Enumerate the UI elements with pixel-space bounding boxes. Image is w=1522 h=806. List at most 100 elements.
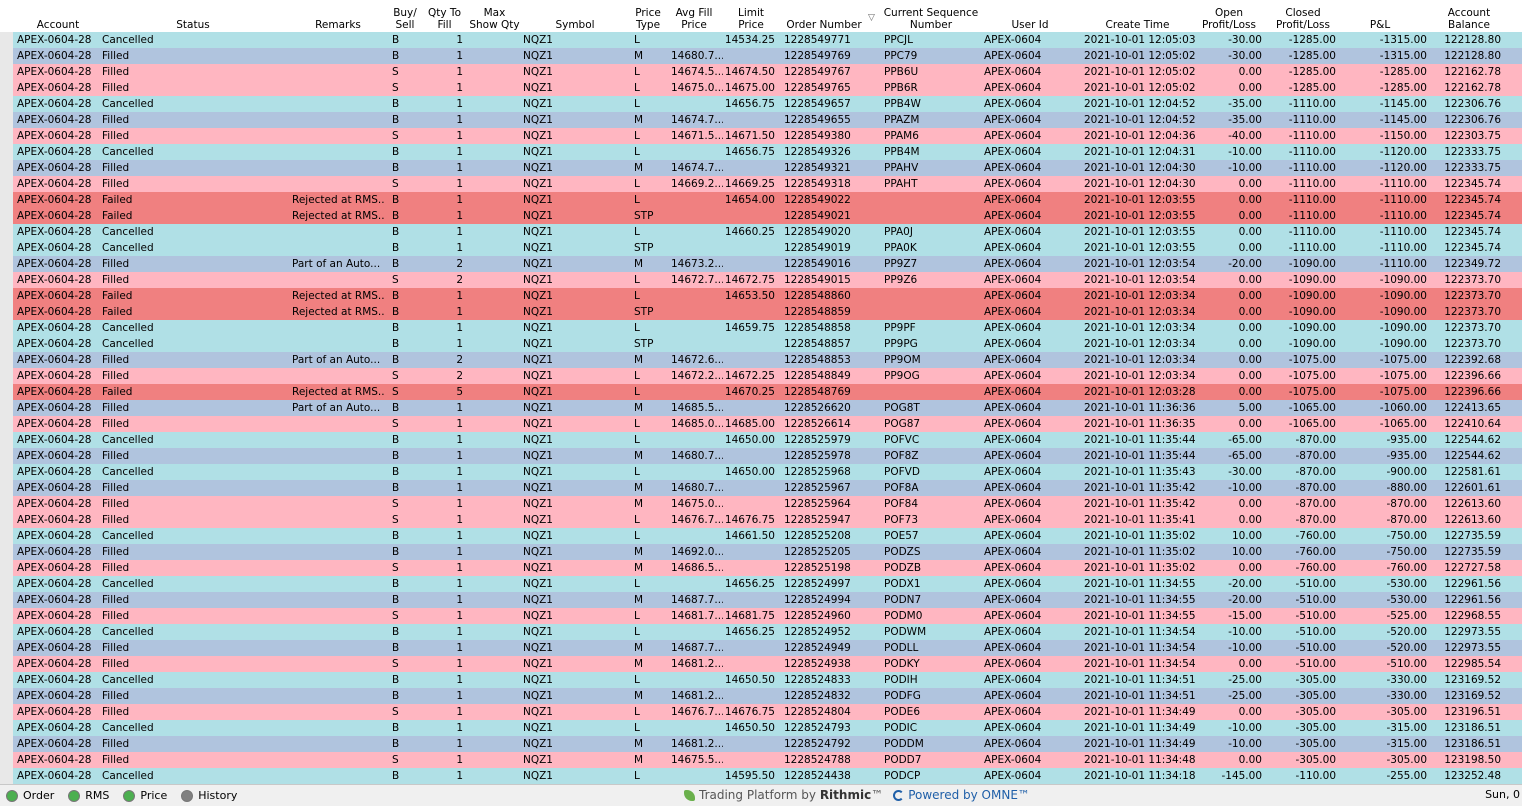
cell-qty-to-fill: 1	[456, 98, 463, 110]
table-row[interactable]: APEX-0604-28 Cancelled B 1 NQZ1 L 14650.00 1228…	[13, 432, 1522, 448]
table-row[interactable]: APEX-0604-28 Filled B 1 NQZ1 M 14680.7... 12285…	[13, 448, 1522, 464]
cell-symbol: NQZ1	[523, 242, 553, 254]
table-row[interactable]: APEX-0604-28 Cancelled B 1 NQZ1 L 14660.25 1228…	[13, 224, 1522, 240]
cell-account-balance: 122544.62	[1444, 434, 1501, 446]
table-row[interactable]: APEX-0604-28 Cancelled B 1 NQZ1 L 14656.75 1228…	[13, 144, 1522, 160]
col-header-avg-fill-price[interactable]: Avg Fill Price	[668, 0, 720, 32]
table-row[interactable]: APEX-0604-28 Filled Part of an Auto... B 1 NQ…	[13, 400, 1522, 416]
table-row[interactable]: APEX-0604-28 Cancelled B 1 NQZ1 L 14650.50 1228…	[13, 720, 1522, 736]
status-item-order[interactable]: Order	[6, 789, 54, 802]
cell-buy-sell: S	[392, 610, 399, 622]
cell-pl: -1090.00	[1379, 290, 1427, 302]
table-row[interactable]: APEX-0604-28 Failed Rejected at RMS... B 1 NQ…	[13, 288, 1522, 304]
table-row[interactable]: APEX-0604-28 Filled B 1 NQZ1 M 14680.7... 12285…	[13, 48, 1522, 64]
status-item-history[interactable]: History	[181, 789, 237, 802]
table-row[interactable]: APEX-0604-28 Filled B 1 NQZ1 M 14681.2... 12285…	[13, 688, 1522, 704]
table-row[interactable]: APEX-0604-28 Cancelled B 1 NQZ1 STP 1228549019…	[13, 240, 1522, 256]
table-row[interactable]: APEX-0604-28 Cancelled B 1 NQZ1 STP 1228548857…	[13, 336, 1522, 352]
cell-user-id: APEX-0604	[984, 306, 1042, 318]
col-header-buy-sell[interactable]: Buy/ Sell	[390, 0, 420, 32]
col-header-remarks[interactable]: Remarks	[283, 0, 393, 32]
table-row[interactable]: APEX-0604-28 Failed Rejected at RMS... S 5 NQ…	[13, 384, 1522, 400]
rithmic-logo-icon	[684, 789, 695, 801]
cell-sequence-number: POF8Z	[884, 450, 919, 462]
col-header-symbol[interactable]: Symbol	[540, 0, 610, 32]
cell-user-id: APEX-0604	[984, 418, 1042, 430]
table-row[interactable]: APEX-0604-28 Failed Rejected at RMS... B 1 NQ…	[13, 192, 1522, 208]
table-row[interactable]: APEX-0604-28 Filled S 1 NQZ1 L 14681.7... 14681…	[13, 608, 1522, 624]
table-row[interactable]: APEX-0604-28 Filled B 1 NQZ1 M 14687.7... 12285…	[13, 592, 1522, 608]
cell-status: Filled	[102, 594, 130, 606]
cell-price-type: L	[634, 706, 640, 718]
col-header-status[interactable]: Status	[103, 0, 283, 32]
cell-qty-to-fill: 1	[456, 290, 463, 302]
col-header-create-time[interactable]: Create Time	[1090, 0, 1185, 32]
table-row[interactable]: APEX-0604-28 Cancelled B 1 NQZ1 L 14659.75 1228…	[13, 320, 1522, 336]
col-header-max-show-qty[interactable]: Max Show Qty	[467, 0, 522, 32]
col-header-account[interactable]: Account	[13, 0, 103, 32]
table-row[interactable]: APEX-0604-28 Filled S 1 NQZ1 M 14675.0... 12285…	[13, 496, 1522, 512]
table-row[interactable]: APEX-0604-28 Cancelled B 1 NQZ1 L 14656.25 1228…	[13, 576, 1522, 592]
table-row[interactable]: APEX-0604-28 Filled B 1 NQZ1 M 14692.0... 12285…	[13, 544, 1522, 560]
cell-symbol: NQZ1	[523, 306, 553, 318]
col-header-current-sequence-number[interactable]: Current Sequence Number	[878, 0, 984, 32]
table-row[interactable]: APEX-0604-28 Filled S 1 NQZ1 M 14675.5... 12285…	[13, 752, 1522, 768]
table-row[interactable]: APEX-0604-28 Filled B 1 NQZ1 M 14681.2... 12285…	[13, 736, 1522, 752]
table-row[interactable]: APEX-0604-28 Filled B 1 NQZ1 M 14680.7... 12285…	[13, 480, 1522, 496]
col-header-limit-price[interactable]: Limit Price	[726, 0, 776, 32]
table-row[interactable]: APEX-0604-28 Filled S 1 NQZ1 L 14675.0... 14675…	[13, 80, 1522, 96]
table-row[interactable]: APEX-0604-28 Filled S 2 NQZ1 L 14672.2... 14672…	[13, 368, 1522, 384]
table-row[interactable]: APEX-0604-28 Filled Part of an Auto... B 2 NQ…	[13, 256, 1522, 272]
cell-create-time: 2021-10-01 11:34:49	[1084, 738, 1196, 750]
table-row[interactable]: APEX-0604-28 Filled S 1 NQZ1 L 14685.0... 14685…	[13, 416, 1522, 432]
col-header-qty-to-fill[interactable]: Qty To Fill	[422, 0, 467, 32]
status-item-rms[interactable]: RMS	[68, 789, 109, 802]
table-row[interactable]: APEX-0604-28 Cancelled B 1 NQZ1 L 14650.00 1228…	[13, 464, 1522, 480]
cell-user-id: APEX-0604	[984, 386, 1042, 398]
table-row[interactable]: APEX-0604-28 Cancelled B 1 NQZ1 L 14656.75 1228…	[13, 96, 1522, 112]
table-row[interactable]: APEX-0604-28 Cancelled B 1 NQZ1 L 14650.50 1228…	[13, 672, 1522, 688]
table-row[interactable]: APEX-0604-28 Filled B 1 NQZ1 M 14687.7... 12285…	[13, 640, 1522, 656]
col-header-pl[interactable]: P&L	[1350, 0, 1410, 32]
cell-buy-sell: B	[392, 530, 400, 542]
table-row[interactable]: APEX-0604-28 Filled S 1 NQZ1 L 14676.7... 14676…	[13, 512, 1522, 528]
cell-avg-fill-price: 14686.5...	[671, 562, 723, 574]
table-row[interactable]: APEX-0604-28 Cancelled B 1 NQZ1 L 14656.25 1228…	[13, 624, 1522, 640]
cell-account-balance: 122396.66	[1444, 386, 1501, 398]
table-row[interactable]: APEX-0604-28 Failed Rejected at RMS... B 1 NQ…	[13, 304, 1522, 320]
col-header-open-profit-loss[interactable]: Open Profit/Loss	[1195, 0, 1263, 32]
table-row[interactable]: APEX-0604-28 Filled S 1 NQZ1 L 14671.5... 14671…	[13, 128, 1522, 144]
cell-limit-price	[722, 336, 775, 352]
status-item-price[interactable]: Price	[123, 789, 167, 802]
col-header-account-balance[interactable]: Account Balance	[1430, 0, 1508, 32]
cell-avg-fill-price	[671, 720, 723, 736]
table-row[interactable]: APEX-0604-28 Cancelled B 1 NQZ1 L 14595.50 1228…	[13, 768, 1522, 784]
cell-price-type: STP	[634, 306, 654, 318]
cell-account: APEX-0604-28	[17, 402, 92, 414]
table-row[interactable]: APEX-0604-28 Filled B 1 NQZ1 M 14674.7... 12285…	[13, 160, 1522, 176]
table-row[interactable]: APEX-0604-28 Filled S 1 NQZ1 M 14686.5... 12285…	[13, 560, 1522, 576]
sort-descending-icon: ▽	[868, 13, 875, 23]
cell-order-number: 1228549321	[784, 162, 851, 174]
table-row[interactable]: APEX-0604-28 Filled Part of an Auto... B 2 NQ…	[13, 352, 1522, 368]
cell-remarks	[292, 224, 384, 240]
cell-pl: -1285.00	[1379, 82, 1427, 94]
table-row[interactable]: APEX-0604-28 Cancelled B 1 NQZ1 L 14661.50 1228…	[13, 528, 1522, 544]
table-row[interactable]: APEX-0604-28 Filled S 1 NQZ1 L 14669.2... 14669…	[13, 176, 1522, 192]
table-row[interactable]: APEX-0604-28 Filled B 1 NQZ1 M 14674.7... 12285…	[13, 112, 1522, 128]
cell-order-number: 1228548860	[784, 290, 851, 302]
table-row[interactable]: APEX-0604-28 Failed Rejected at RMS... B 1 NQ…	[13, 208, 1522, 224]
table-row[interactable]: APEX-0604-28 Filled S 1 NQZ1 L 14676.7... 14676…	[13, 704, 1522, 720]
table-row[interactable]: APEX-0604-28 Filled S 2 NQZ1 L 14672.7... 14672…	[13, 272, 1522, 288]
col-header-price-type[interactable]: Price Type	[628, 0, 668, 32]
cell-status: Cancelled	[102, 674, 154, 686]
col-header-order-number[interactable]: Order Number	[780, 0, 868, 32]
cell-order-number: 1228548769	[784, 386, 851, 398]
table-row[interactable]: APEX-0604-28 Filled S 1 NQZ1 M 14681.2... 12285…	[13, 656, 1522, 672]
col-header-closed-profit-loss[interactable]: Closed Profit/Loss	[1268, 0, 1338, 32]
table-row[interactable]: APEX-0604-28 Cancelled B 1 NQZ1 L 14534.25 1228…	[13, 32, 1522, 48]
cell-pl: -935.00	[1386, 450, 1427, 462]
cell-account-balance: 122162.78	[1444, 66, 1501, 78]
col-header-user-id[interactable]: User Id	[990, 0, 1070, 32]
table-row[interactable]: APEX-0604-28 Filled S 1 NQZ1 L 14674.5... 14674…	[13, 64, 1522, 80]
